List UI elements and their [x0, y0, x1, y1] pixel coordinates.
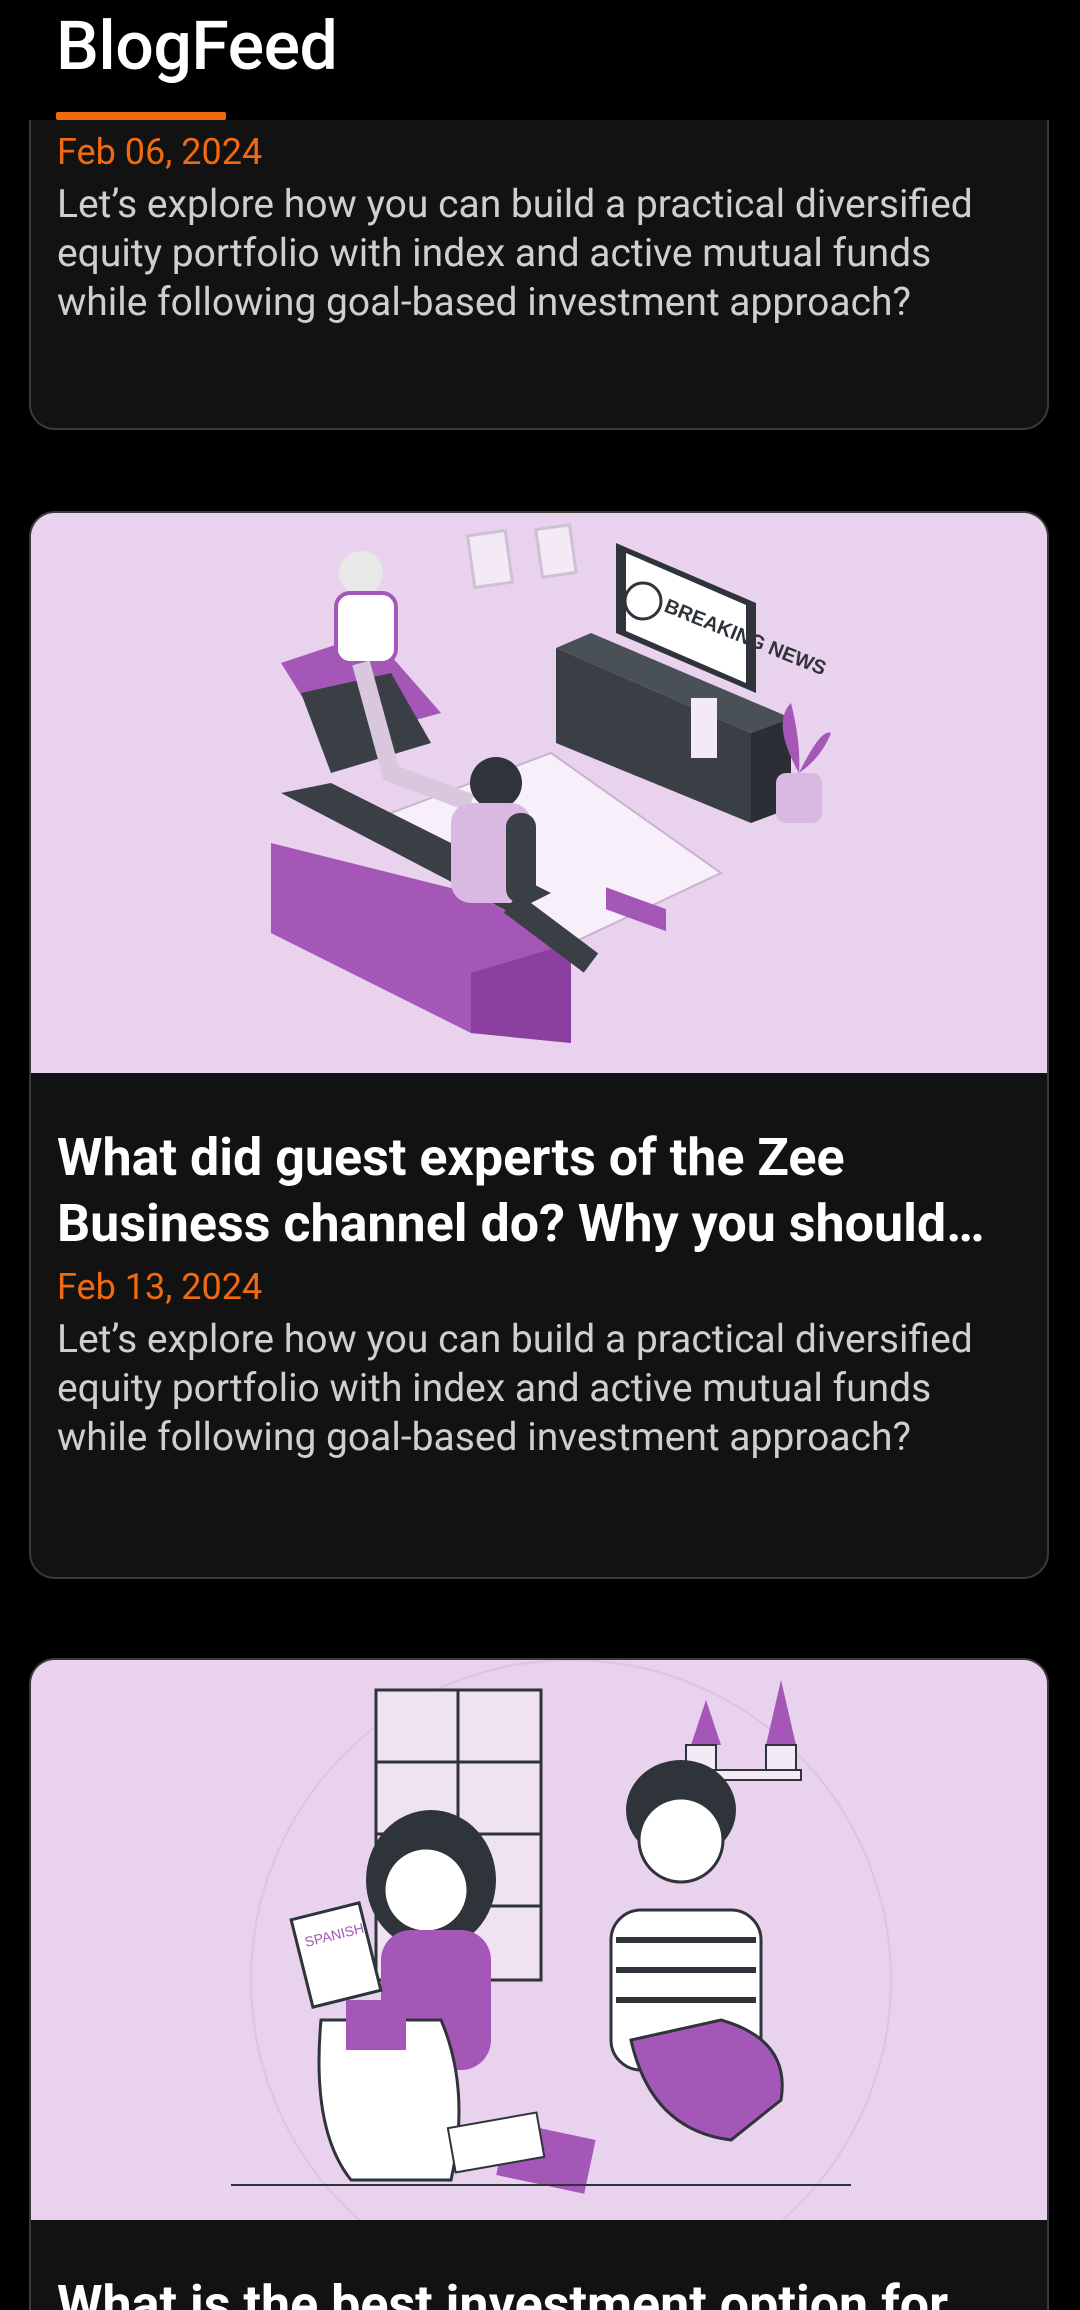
app-header: BlogFeed — [0, 0, 1080, 120]
post-title[interactable]: What did guest experts of the Zee Busine… — [57, 1125, 1021, 1257]
post-image: BREAKING NEWS — [31, 513, 1047, 1073]
screen: Feb 06, 2024 Let’s explore how you can b… — [0, 0, 1080, 2310]
blog-card[interactable]: SPANISH What is the best investment opti… — [29, 1658, 1049, 2310]
blog-card[interactable]: BREAKING NEWS What did guest experts of … — [29, 511, 1049, 1579]
post-excerpt: Let’s explore how you can build a practi… — [57, 1316, 973, 1460]
tab-indicator — [56, 112, 226, 120]
breaking-news-illustration-icon: BREAKING NEWS — [31, 513, 1047, 1073]
post-date: Feb 06, 2024 — [57, 131, 263, 173]
students-study-illustration-icon: SPANISH — [31, 1660, 1047, 2220]
post-excerpt: Let’s explore how you can build a practi… — [57, 181, 973, 325]
post-date: Feb 13, 2024 — [57, 1266, 263, 1308]
post-image: SPANISH — [31, 1660, 1047, 2220]
app-title: BlogFeed — [56, 6, 338, 86]
post-title[interactable]: What is the best investment option for — [57, 2272, 1021, 2310]
